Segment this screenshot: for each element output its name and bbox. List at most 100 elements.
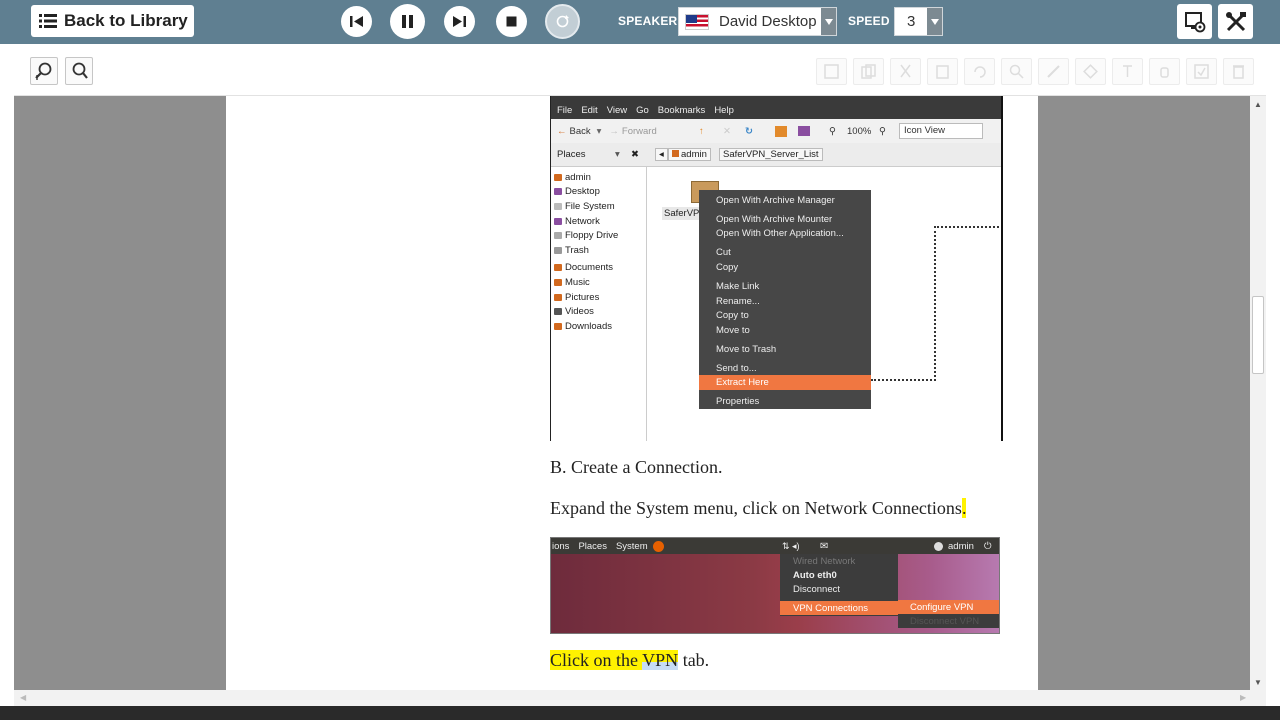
fm-place-item: Network xyxy=(551,214,646,229)
dotted-callout-line xyxy=(871,379,936,381)
scroll-right-icon[interactable]: ▶ xyxy=(1240,693,1246,702)
us-flag-icon xyxy=(685,13,709,30)
back-to-library-label: Back to Library xyxy=(64,11,188,30)
speaker-value: David Desktop xyxy=(719,13,817,30)
next-button[interactable] xyxy=(444,6,475,37)
file-manager-screenshot: File Edit View Go Bookmarks Help ← Back … xyxy=(550,96,1003,441)
copy-button[interactable] xyxy=(853,58,884,85)
highlight-button[interactable] xyxy=(1038,58,1069,85)
undo-button[interactable] xyxy=(964,58,995,85)
scroll-up-icon[interactable]: ▲ xyxy=(1254,100,1262,109)
trash-icon xyxy=(1233,65,1244,79)
chevron-down-icon xyxy=(927,8,942,35)
instruction-text: Click on the VPN tab. xyxy=(550,650,710,670)
check-button[interactable] xyxy=(1186,58,1217,85)
vertical-scrollbar[interactable]: ▲ ▼ xyxy=(1250,96,1266,690)
scrollbar-thumb[interactable] xyxy=(1252,296,1264,374)
chevron-down-icon xyxy=(821,8,836,35)
undo-icon xyxy=(974,66,986,78)
vpn-submenu: Configure VPN Disconnect VPN xyxy=(898,600,999,628)
speed-value: 3 xyxy=(907,13,916,30)
fm-reload-icon: ↻ xyxy=(745,125,753,137)
list-icon xyxy=(39,14,57,28)
document-page: File Edit View Go Bookmarks Help ← Back … xyxy=(226,96,1038,690)
edit-toolbar xyxy=(14,44,1266,96)
speaker-select[interactable]: David Desktop xyxy=(678,7,837,36)
save-icon xyxy=(824,64,839,79)
fm-place-item: Trash xyxy=(551,243,646,258)
hand-button[interactable] xyxy=(1149,58,1180,85)
zoom-out-button[interactable] xyxy=(65,57,93,85)
fm-place-item: Desktop xyxy=(551,185,646,200)
fm-view-select: Icon View xyxy=(899,123,983,139)
skip-forward-icon xyxy=(453,16,466,27)
fm-place-item: Documents xyxy=(551,261,646,276)
reading-highlight: . xyxy=(961,498,967,518)
erase-button[interactable] xyxy=(1075,58,1106,85)
delete-button[interactable] xyxy=(1223,58,1254,85)
dotted-callout-line xyxy=(934,226,1001,381)
fm-menubar: File Edit View Go Bookmarks Help xyxy=(551,96,1001,119)
scissors-icon xyxy=(900,64,911,78)
monitor-settings-icon xyxy=(1184,11,1205,32)
eraser-icon xyxy=(1083,64,1098,79)
fm-place-item: Pictures xyxy=(551,290,646,305)
fm-place-item: Videos xyxy=(551,304,646,319)
back-to-library-button[interactable]: Back to Library xyxy=(31,5,194,37)
power-icon: ⏻ xyxy=(984,540,992,552)
context-menu-item: Cut xyxy=(716,247,731,259)
context-menu-item-selected: Extract Here xyxy=(699,375,871,391)
tools-icon xyxy=(1225,11,1246,31)
find-button[interactable] xyxy=(1001,58,1032,85)
window-frame-left xyxy=(0,44,14,720)
fm-place-item: Music xyxy=(551,275,646,290)
repeat-button[interactable] xyxy=(545,4,580,39)
skip-back-icon xyxy=(350,16,363,27)
fm-zoom-in-icon: ⚲ xyxy=(879,125,886,137)
pause-button[interactable] xyxy=(390,4,425,39)
reader-toolbar: Back to Library SPEAKER David Desktop SP… xyxy=(0,0,1280,44)
context-menu-item: Open With Archive Manager xyxy=(716,194,835,206)
step-heading: B. Create a Connection. xyxy=(550,457,723,477)
highlighter-icon xyxy=(1047,65,1060,78)
stop-icon xyxy=(506,16,517,27)
context-menu-item: Open With Other Application... xyxy=(716,228,844,240)
firefox-icon xyxy=(652,540,664,552)
zoom-in-button[interactable] xyxy=(30,57,58,85)
fm-close-pane-icon: ✖ xyxy=(631,149,639,160)
hand-icon xyxy=(1160,67,1169,78)
context-menu-item: Send to... xyxy=(716,362,757,374)
search-icon xyxy=(1009,64,1024,79)
previous-button[interactable] xyxy=(341,6,372,37)
stop-button[interactable] xyxy=(496,6,527,37)
fm-location-bar: Places ▾ ✖ ◂ admin SaferVPN_Server_List xyxy=(551,143,1001,167)
fm-crumb-admin: admin xyxy=(668,148,711,161)
horizontal-scrollbar[interactable]: ◀ ▶ xyxy=(14,690,1266,706)
scroll-left-icon[interactable]: ◀ xyxy=(20,693,26,702)
save-button[interactable] xyxy=(816,58,847,85)
fm-place-item: File System xyxy=(551,199,646,214)
cut-button[interactable] xyxy=(890,58,921,85)
display-settings-button[interactable] xyxy=(1177,4,1212,39)
fm-nav-bar: ← Back ▾ → Forward ↑ ✕ ↻ ⚲ 100% ⚲ Icon V… xyxy=(551,119,1001,143)
context-menu-item: Rename... xyxy=(716,295,760,307)
tools-button[interactable] xyxy=(1218,4,1253,39)
fm-place-item: Floppy Drive xyxy=(551,228,646,243)
edit-tools-group xyxy=(816,58,1254,85)
network-menu: Wired Network Auto eth0 Disconnect VPN C… xyxy=(780,554,898,616)
document-viewport[interactable]: File Edit View Go Bookmarks Help ← Back … xyxy=(14,96,1250,690)
mail-icon: ✉ xyxy=(820,540,829,552)
window-frame-bottom xyxy=(0,706,1280,720)
context-menu-item: Copy to xyxy=(716,310,749,322)
speed-select[interactable]: 3 xyxy=(894,7,943,36)
text-button[interactable] xyxy=(1112,58,1143,85)
fm-stop-icon: ✕ xyxy=(723,125,731,137)
context-menu-item: Make Link xyxy=(716,280,760,292)
scroll-down-icon[interactable]: ▼ xyxy=(1254,678,1262,687)
fm-places-sidebar: admin Desktop File System Network Floppy… xyxy=(551,167,647,441)
panel-bar: ions Places System ⇅ ◂) ✉ admin ⏻ xyxy=(551,538,999,554)
paste-icon xyxy=(936,65,949,79)
zoom-in-icon xyxy=(35,62,52,80)
paste-button[interactable] xyxy=(927,58,958,85)
pause-icon xyxy=(402,15,413,28)
